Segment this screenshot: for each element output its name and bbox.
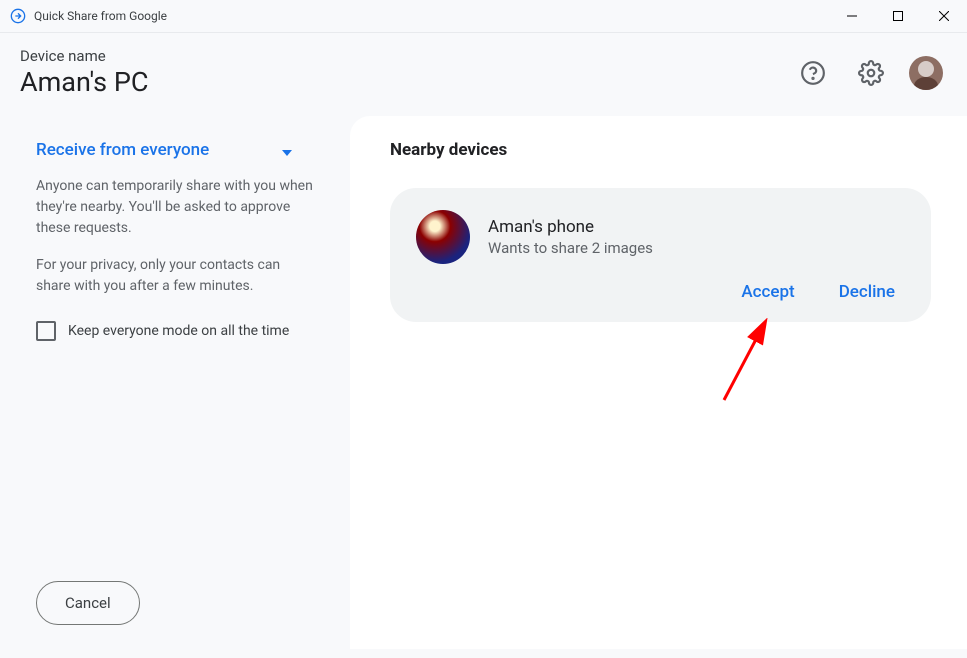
- device-name-value: Aman's PC: [20, 66, 148, 98]
- header: Device name Aman's PC: [0, 33, 967, 116]
- accept-button[interactable]: Accept: [741, 282, 794, 302]
- decline-button[interactable]: Decline: [839, 282, 895, 302]
- chevron-down-icon: [282, 141, 292, 160]
- keep-everyone-checkbox[interactable]: Keep everyone mode on all the time: [36, 321, 332, 341]
- receive-mode-label: Receive from everyone: [36, 140, 209, 160]
- sender-avatar: [416, 210, 470, 264]
- receive-mode-dropdown[interactable]: Receive from everyone: [36, 140, 332, 160]
- user-avatar[interactable]: [909, 56, 943, 90]
- help-button[interactable]: [793, 53, 833, 93]
- share-message: Wants to share 2 images: [488, 239, 653, 257]
- sidebar: Receive from everyone Anyone can tempora…: [0, 116, 350, 649]
- device-name-label: Device name: [20, 47, 148, 65]
- main: Nearby devices Aman's phone Wants to sha…: [350, 116, 967, 649]
- content: Receive from everyone Anyone can tempora…: [0, 116, 967, 649]
- card-actions: Accept Decline: [416, 282, 905, 302]
- titlebar: Quick Share from Google: [0, 0, 967, 33]
- app-icon: [10, 8, 26, 24]
- receive-info-2: For your privacy, only your contacts can…: [36, 255, 332, 297]
- device-info: Aman's phone Wants to share 2 images: [488, 217, 653, 257]
- nearby-devices-title: Nearby devices: [390, 140, 931, 160]
- share-request-card: Aman's phone Wants to share 2 images Acc…: [390, 188, 931, 322]
- header-right: [793, 53, 943, 93]
- spacer: [36, 341, 332, 581]
- sender-name: Aman's phone: [488, 217, 653, 237]
- checkbox-icon: [36, 321, 56, 341]
- settings-button[interactable]: [851, 53, 891, 93]
- titlebar-left: Quick Share from Google: [10, 8, 167, 24]
- maximize-button[interactable]: [875, 0, 921, 33]
- app-title: Quick Share from Google: [34, 9, 167, 23]
- receive-info-1: Anyone can temporarily share with you wh…: [36, 176, 332, 239]
- checkbox-label: Keep everyone mode on all the time: [68, 323, 289, 339]
- cancel-button[interactable]: Cancel: [36, 581, 140, 625]
- minimize-button[interactable]: [829, 0, 875, 33]
- device-row: Aman's phone Wants to share 2 images: [416, 210, 905, 264]
- window-controls: [829, 0, 967, 33]
- header-left: Device name Aman's PC: [20, 47, 148, 98]
- close-button[interactable]: [921, 0, 967, 33]
